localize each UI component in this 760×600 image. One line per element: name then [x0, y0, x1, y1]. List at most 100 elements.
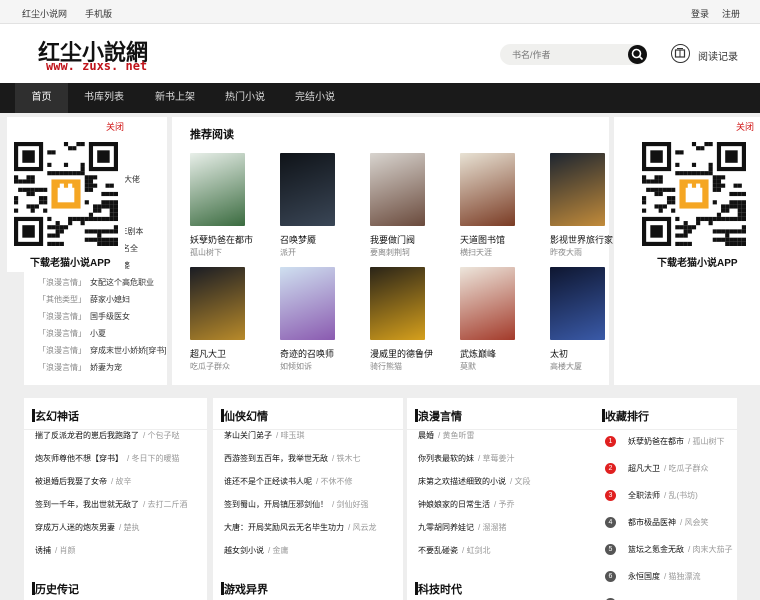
book-title[interactable]: 太初: [550, 347, 568, 360]
register-link[interactable]: 注册: [722, 7, 740, 20]
book-cover[interactable]: [370, 153, 425, 226]
book-title[interactable]: 召唤梦魇: [280, 233, 316, 246]
rank-item[interactable]: 5 篮坛之氪金无敌 / 肉末大茄子: [605, 544, 732, 555]
list-item[interactable]: 揣了反派龙君的崽后我跑路了 / 个包子哒: [35, 430, 179, 441]
book-title[interactable]: 永恒国度: [628, 572, 660, 581]
book-title[interactable]: 超凡大卫: [628, 464, 660, 473]
book-title[interactable]: 都市极品医神: [628, 518, 676, 527]
book-author[interactable]: 莫默: [460, 361, 476, 372]
list-item[interactable]: 谁还不是个正经读书人呢 / 不休不修: [224, 476, 352, 487]
nav-library[interactable]: 书库列表: [74, 83, 134, 113]
list-item[interactable]: 大唐：开局奖励风云无名毕生功力 / 风云龙: [224, 522, 376, 533]
book-title[interactable]: 签到一千年，我出世就无敌了: [35, 500, 139, 509]
book-title[interactable]: 妖孽奶爸在都市: [190, 233, 253, 246]
book-title[interactable]: 越女剑小说: [224, 546, 264, 555]
book-title[interactable]: 床第之欢描述细致的小说: [418, 477, 506, 486]
ad-close-button[interactable]: 关闭: [736, 120, 754, 133]
list-item[interactable]: 穿成万人迷的炮灰男妻 / 楚执: [35, 522, 139, 533]
list-item[interactable]: 钟娘娘家的日常生活 / 予乔: [418, 499, 514, 510]
list-item[interactable]: 你列表最软的妹 / 草莓姜汁: [418, 453, 514, 464]
book-cover[interactable]: [550, 153, 605, 226]
book-author[interactable]: 高楼大厦: [550, 361, 582, 372]
book-author[interactable]: 骑行熊猫: [370, 361, 402, 372]
book-title[interactable]: 你列表最软的妹: [418, 454, 474, 463]
book-title[interactable]: 全职法师: [628, 491, 660, 500]
nav-new-books[interactable]: 新书上架: [145, 83, 205, 113]
book-title[interactable]: 被退婚后我娶了女帝: [35, 477, 107, 486]
book-cover[interactable]: [280, 267, 335, 340]
section-title[interactable]: 仙侠幻情: [221, 408, 268, 424]
book-title[interactable]: 不要乱碰瓷: [418, 546, 458, 555]
book-author[interactable]: 如倾如诉: [280, 361, 312, 372]
nav-completed[interactable]: 完结小说: [285, 83, 345, 113]
list-item[interactable]: 签到一千年，我出世就无敌了 / 去打二斤酒: [35, 499, 187, 510]
list-item[interactable]: 不要乱碰瓷 / 虹剑北: [418, 545, 490, 556]
book-title[interactable]: 揣了反派龙君的崽后我跑路了: [35, 431, 139, 440]
book-cover[interactable]: [280, 153, 335, 226]
site-link[interactable]: 红尘小说网: [22, 7, 67, 20]
list-item[interactable]: 「浪漫言情」 女配这个高危职业: [38, 277, 154, 288]
book-author[interactable]: 吃瓜子群众: [190, 361, 230, 372]
search-button[interactable]: [628, 45, 647, 64]
book-cover[interactable]: [190, 267, 245, 340]
list-item[interactable]: 「浪漫言情」 国手级医女: [38, 311, 130, 322]
book-author[interactable]: 横扫天涯: [460, 247, 492, 258]
ad-download-label[interactable]: 下载老猫小说APP: [657, 254, 738, 269]
book-title[interactable]: 我要做门阀: [370, 233, 415, 246]
list-item[interactable]: 「浪漫言情」 小夏: [38, 328, 106, 339]
list-item[interactable]: 西游签到五百年，我举世无敌 / 铁木七: [224, 453, 360, 464]
list-item[interactable]: 签到蜀山，开局镇压邪剑仙！ / 剑仙好强: [224, 499, 368, 510]
list-item[interactable]: 炮灰师尊他不想【穿书】 / 冬日下的暖猫: [35, 453, 179, 464]
book-title[interactable]: 诱捕: [35, 546, 51, 555]
list-item[interactable]: 「浪漫言情」 娇妻为宠: [38, 362, 122, 373]
search-input[interactable]: [512, 47, 622, 62]
history-icon[interactable]: [671, 44, 690, 63]
book-cover[interactable]: [550, 267, 605, 340]
rank-item[interactable]: 3 全职法师 / 乱(书坊): [605, 490, 698, 501]
book-title[interactable]: 天道图书馆: [460, 233, 505, 246]
book-title[interactable]: 奇迹的召唤师: [280, 347, 334, 360]
book-author[interactable]: 昨夜大雨: [550, 247, 582, 258]
book-title[interactable]: 漫威里的德鲁伊: [370, 347, 433, 360]
mobile-link[interactable]: 手机版: [85, 7, 112, 20]
rank-item[interactable]: 1 妖孽奶爸在都市 / 孤山树下: [605, 436, 724, 447]
book-title[interactable]: 篮坛之氪金无敌: [628, 545, 684, 554]
rank-item[interactable]: 4 都市极品医神 / 风会笑: [605, 517, 708, 528]
book-cover[interactable]: [370, 267, 425, 340]
nav-home[interactable]: 首页: [15, 83, 68, 113]
section-title[interactable]: 浪漫言情: [415, 408, 462, 424]
login-link[interactable]: 登录: [691, 7, 709, 20]
site-logo[interactable]: 红尘小說網 www. zuxs. net: [38, 35, 158, 75]
ad-close-button[interactable]: 关闭: [106, 120, 124, 133]
book-author[interactable]: 派开: [280, 247, 296, 258]
nav-hot[interactable]: 热门小说: [215, 83, 275, 113]
list-item[interactable]: E剧本: [122, 226, 143, 237]
list-item[interactable]: 茅山关门弟子 / 啡玉琪: [224, 430, 304, 441]
section-title[interactable]: 科技时代: [415, 581, 462, 597]
book-title[interactable]: 九零胡同养娃记: [418, 523, 474, 532]
list-item[interactable]: 九零胡同养娃记 / 溜溜猪: [418, 522, 506, 533]
list-item[interactable]: 越女剑小说 / 金庸: [224, 545, 288, 556]
book-cover[interactable]: [190, 153, 245, 226]
book-cover[interactable]: [460, 153, 515, 226]
list-item[interactable]: 诱捕 / 肖颜: [35, 545, 75, 556]
rank-item[interactable]: 6 永恒国度 / 猫独漂流: [605, 571, 700, 582]
book-title[interactable]: 大唐：开局奖励风云无名毕生功力: [224, 523, 344, 532]
rank-item[interactable]: 2 超凡大卫 / 吃瓜子群众: [605, 463, 708, 474]
list-item[interactable]: 床第之欢描述细致的小说 / 文段: [418, 476, 530, 487]
book-author[interactable]: 要离刺荆轲: [370, 247, 410, 258]
list-item[interactable]: 晨婚 / 黄鱼听雷: [418, 430, 474, 441]
book-title[interactable]: 谁还不是个正经读书人呢: [224, 477, 312, 486]
book-title[interactable]: 钟娘娘家的日常生活: [418, 500, 490, 509]
section-title[interactable]: 历史传记: [32, 581, 79, 597]
list-item[interactable]: 「浪漫言情」 穿成末世小娇娇[穿书]: [38, 345, 166, 356]
book-title[interactable]: 超凡大卫: [190, 347, 226, 360]
book-title[interactable]: 炮灰师尊他不想【穿书】: [35, 454, 123, 463]
list-item[interactable]: 大佬: [124, 174, 140, 185]
list-item[interactable]: 被退婚后我娶了女帝 / 故辛: [35, 476, 131, 487]
section-title[interactable]: 玄幻神话: [32, 408, 79, 424]
reading-history-link[interactable]: 阅读记录: [698, 48, 738, 63]
book-cover[interactable]: [460, 267, 515, 340]
book-title[interactable]: 签到蜀山，开局镇压邪剑仙！: [224, 500, 328, 509]
book-title[interactable]: 西游签到五百年，我举世无敌: [224, 454, 328, 463]
